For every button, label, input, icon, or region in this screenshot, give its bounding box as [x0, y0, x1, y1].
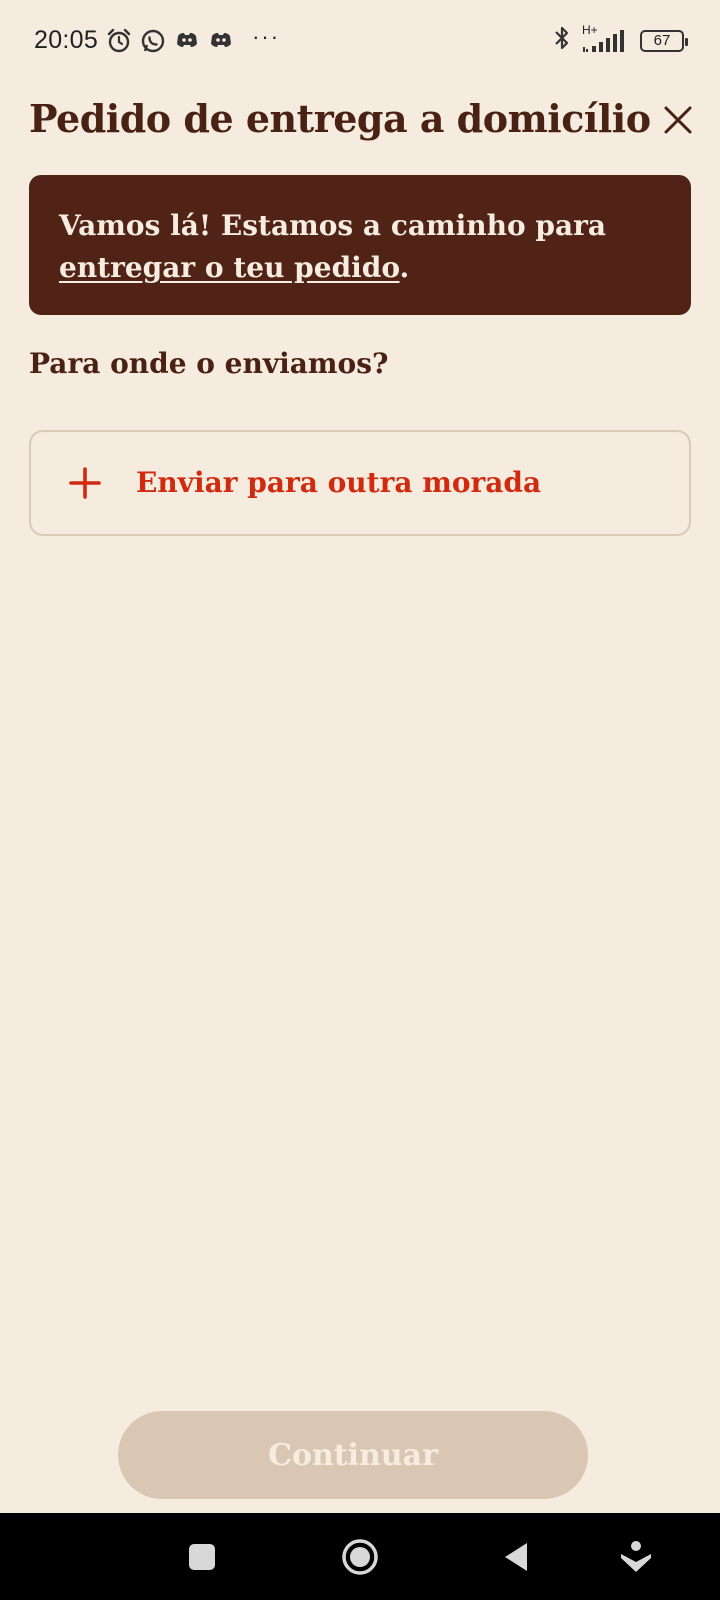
signal-icon: H+	[582, 23, 628, 55]
discord-icon	[174, 28, 200, 54]
back-button[interactable]	[492, 1533, 540, 1581]
recents-icon	[189, 1544, 215, 1570]
home-icon	[342, 1539, 378, 1575]
status-time: 20:05	[34, 26, 99, 54]
plus-icon	[69, 467, 101, 499]
system-nav-bar	[0, 1513, 720, 1600]
close-icon	[664, 106, 692, 134]
assistant-button[interactable]	[612, 1533, 660, 1581]
section-title: Para onde o enviamos?	[29, 347, 389, 380]
back-icon	[505, 1543, 527, 1571]
page-title: Pedido de entrega a domicílio	[29, 96, 651, 141]
status-bar: 20:05 ··· H+ 67	[0, 0, 720, 80]
home-button[interactable]	[336, 1533, 384, 1581]
add-address-button[interactable]: Enviar para outra morada	[29, 430, 691, 536]
battery-icon: 67	[640, 29, 688, 52]
continue-button[interactable]: Continuar	[118, 1411, 588, 1499]
banner-suffix: .	[399, 251, 410, 284]
add-address-label: Enviar para outra morada	[136, 466, 542, 499]
assistant-icon	[621, 1541, 651, 1572]
delivery-banner: Vamos lá! Estamos a caminho para entrega…	[29, 175, 691, 315]
alarm-icon	[106, 28, 132, 54]
banner-text-line1: Vamos lá! Estamos a caminho para	[59, 209, 607, 242]
battery-level: 67	[653, 32, 671, 49]
recents-button[interactable]	[178, 1533, 226, 1581]
discord-icon	[208, 28, 234, 54]
more-notifications-icon: ···	[252, 23, 281, 49]
banner-link[interactable]: entregar o teu pedido	[59, 251, 400, 284]
bluetooth-icon	[552, 24, 572, 57]
whatsapp-icon	[140, 28, 166, 54]
banner-text-line2: entregar o teu pedido.	[59, 247, 661, 289]
close-button[interactable]	[658, 100, 698, 140]
